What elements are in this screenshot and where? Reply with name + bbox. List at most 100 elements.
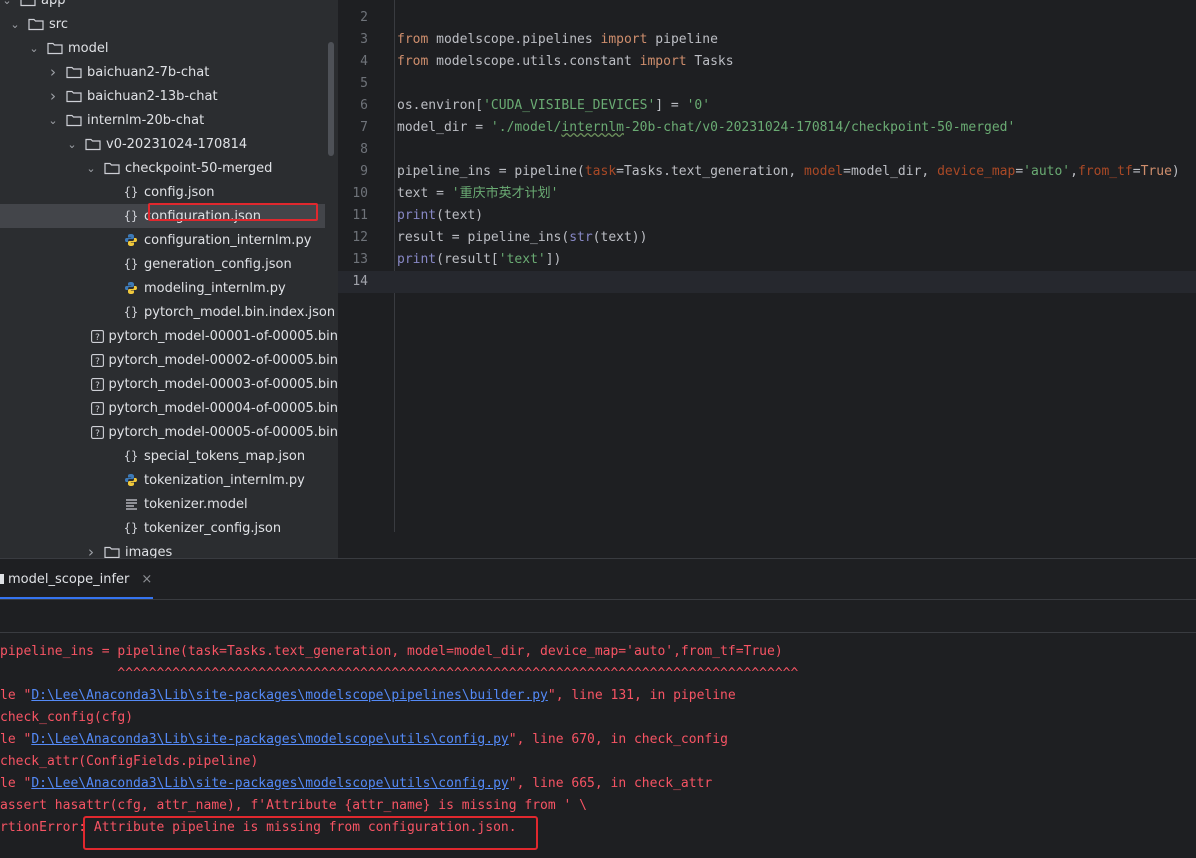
code-text: os.environ['CUDA_VISIBLE_DEVICES'] = '0': [397, 98, 711, 113]
tree-item-label: pytorch_model-00003-of-00005.bin: [108, 376, 339, 392]
tree-folder[interactable]: ⌄ src: [0, 12, 338, 36]
tree-folder[interactable]: › baichuan2-13b-chat: [0, 84, 338, 108]
line-number: 8: [360, 142, 368, 157]
svg-text:?: ?: [95, 357, 100, 367]
run-icon: [0, 574, 4, 584]
folder-icon: [20, 0, 36, 8]
tree-folder[interactable]: ⌄ model: [0, 36, 338, 60]
tree-folder[interactable]: ⌄ app: [0, 0, 338, 12]
tree-item-label: baichuan2-13b-chat: [87, 88, 218, 104]
tree-file[interactable]: ? pytorch_model-00001-of-00005.bin: [0, 324, 338, 348]
console-line: check_attr(ConfigFields.pipeline): [0, 754, 259, 769]
chevron-down-icon[interactable]: ⌄: [46, 114, 60, 127]
tree-folder[interactable]: › images: [0, 540, 338, 558]
code-text: pipeline_ins = pipeline(task=Tasks.text_…: [397, 164, 1180, 179]
close-tab-icon[interactable]: ×: [141, 572, 152, 587]
console-line: check_config(cfg): [0, 710, 134, 725]
json-file-icon: {}: [123, 521, 139, 535]
code-line[interactable]: 13 print(result['text']): [338, 249, 1196, 271]
tree-file[interactable]: tokenizer.model: [0, 492, 338, 516]
console-line: assert hasattr(cfg, attr_name), f'Attrib…: [0, 798, 587, 813]
code-line[interactable]: 9 pipeline_ins = pipeline(task=Tasks.text…: [338, 161, 1196, 183]
code-line[interactable]: 7 model_dir = './model/internlm-20b-chat/…: [338, 117, 1196, 139]
chevron-right-icon[interactable]: ›: [46, 87, 60, 105]
unknown-file-icon: ?: [90, 376, 104, 392]
tree-item-label: pytorch_model-00001-of-00005.bin: [108, 328, 339, 344]
code-text: result = pipeline_ins(str(text)): [397, 230, 648, 245]
console-line: le "D:\Lee\Anaconda3\Lib\site-packages\m…: [0, 688, 736, 703]
tree-scrollbar[interactable]: [328, 42, 334, 156]
unknown-file-icon: ?: [90, 352, 104, 368]
chevron-right-icon[interactable]: ›: [46, 63, 60, 81]
code-line[interactable]: 12 result = pipeline_ins(str(text)): [338, 227, 1196, 249]
tree-item-label: pytorch_model-00004-of-00005.bin: [108, 400, 339, 416]
code-text: print(text): [397, 208, 484, 223]
code-line[interactable]: 11 print(text): [338, 205, 1196, 227]
run-panel: model_scope_infer × pipeline_ins = pipel…: [0, 558, 1196, 858]
chevron-down-icon[interactable]: ⌄: [8, 18, 22, 31]
tree-file[interactable]: ? pytorch_model-00003-of-00005.bin: [0, 372, 338, 396]
tree-file[interactable]: {} pytorch_model.bin.index.json: [0, 300, 338, 324]
chevron-down-icon[interactable]: ⌄: [27, 42, 41, 55]
tree-folder[interactable]: ⌄ checkpoint-50-merged: [0, 156, 338, 180]
code-editor[interactable]: 2 3 from modelscope.pipelines import pipel…: [338, 0, 1196, 558]
tree-file[interactable]: {} config.json: [0, 180, 338, 204]
line-number: 5: [360, 76, 368, 91]
tree-file[interactable]: tokenization_internlm.py: [0, 468, 338, 492]
code-line[interactable]: 4 from modelscope.utils.constant import T…: [338, 51, 1196, 73]
file-path-link[interactable]: D:\Lee\Anaconda3\Lib\site-packages\model…: [31, 688, 548, 703]
line-number: 11: [352, 208, 368, 223]
line-number: 13: [352, 252, 368, 267]
chevron-down-icon[interactable]: ⌄: [0, 0, 14, 7]
json-file-icon: {}: [123, 209, 139, 223]
python-file-icon: [123, 472, 139, 488]
tree-file[interactable]: {} tokenizer_config.json: [0, 516, 338, 540]
code-text: print(result['text']): [397, 252, 562, 267]
tree-folder[interactable]: ⌄ v0-20231024-170814: [0, 132, 338, 156]
tree-file[interactable]: configuration_internlm.py: [0, 228, 338, 252]
code-line[interactable]: 6 os.environ['CUDA_VISIBLE_DEVICES'] = '0…: [338, 95, 1196, 117]
tree-item-label: baichuan2-7b-chat: [87, 64, 210, 80]
file-path-link[interactable]: D:\Lee\Anaconda3\Lib\site-packages\model…: [31, 776, 508, 791]
python-file-icon: [123, 280, 139, 296]
line-number: 2: [360, 10, 368, 25]
code-text: model_dir = './model/internlm-20b-chat/v…: [397, 120, 1016, 135]
chevron-down-icon[interactable]: ⌄: [65, 138, 79, 151]
tree-item-label: generation_config.json: [144, 256, 292, 272]
tree-file[interactable]: {} generation_config.json: [0, 252, 338, 276]
tree-file[interactable]: ? pytorch_model-00005-of-00005.bin: [0, 420, 338, 444]
tree-file[interactable]: modeling_internlm.py: [0, 276, 338, 300]
file-path-link[interactable]: D:\Lee\Anaconda3\Lib\site-packages\model…: [31, 732, 508, 747]
tree-item-label: pytorch_model-00002-of-00005.bin: [108, 352, 339, 368]
tree-item-label: tokenizer.model: [144, 496, 248, 512]
tree-item-label: pytorch_model-00005-of-00005.bin: [108, 424, 339, 440]
console-line: le "D:\Lee\Anaconda3\Lib\site-packages\m…: [0, 776, 713, 791]
console-line: ^^^^^^^^^^^^^^^^^^^^^^^^^^^^^^^^^^^^^^^^…: [0, 666, 799, 681]
svg-text:?: ?: [95, 381, 100, 391]
code-line[interactable]: 8: [338, 139, 1196, 161]
unknown-file-icon: ?: [90, 328, 104, 344]
folder-icon: [85, 136, 101, 152]
tree-file[interactable]: ? pytorch_model-00002-of-00005.bin: [0, 348, 338, 372]
unknown-file-icon: ?: [90, 400, 104, 416]
tree-folder[interactable]: › baichuan2-7b-chat: [0, 60, 338, 84]
code-line[interactable]: 3 from modelscope.pipelines import pipeli…: [338, 29, 1196, 51]
chevron-down-icon[interactable]: ⌄: [84, 162, 98, 175]
tree-item-label: pytorch_model.bin.index.json: [144, 304, 336, 320]
code-text: from modelscope.pipelines import pipelin…: [397, 32, 718, 47]
line-number: 12: [352, 230, 368, 245]
code-line[interactable]: 14: [338, 271, 1196, 293]
folder-icon: [47, 40, 63, 56]
project-tree[interactable]: ⌄ app ⌄ src ⌄ model › baichuan2-7b-chat › baichua…: [0, 0, 338, 558]
tree-item-label: v0-20231024-170814: [106, 136, 248, 152]
run-tab-label: model_scope_infer: [8, 571, 130, 587]
code-line[interactable]: 10 text = '重庆市英才计划': [338, 183, 1196, 205]
run-tab[interactable]: model_scope_infer ×: [0, 559, 153, 599]
chevron-right-icon[interactable]: ›: [84, 543, 98, 558]
tree-file[interactable]: ? pytorch_model-00004-of-00005.bin: [0, 396, 338, 420]
code-text: text = '重庆市英才计划': [397, 186, 559, 201]
code-line[interactable]: 2: [338, 7, 1196, 29]
tree-folder[interactable]: ⌄ internlm-20b-chat: [0, 108, 338, 132]
code-line[interactable]: 5: [338, 73, 1196, 95]
tree-file[interactable]: {} special_tokens_map.json: [0, 444, 338, 468]
